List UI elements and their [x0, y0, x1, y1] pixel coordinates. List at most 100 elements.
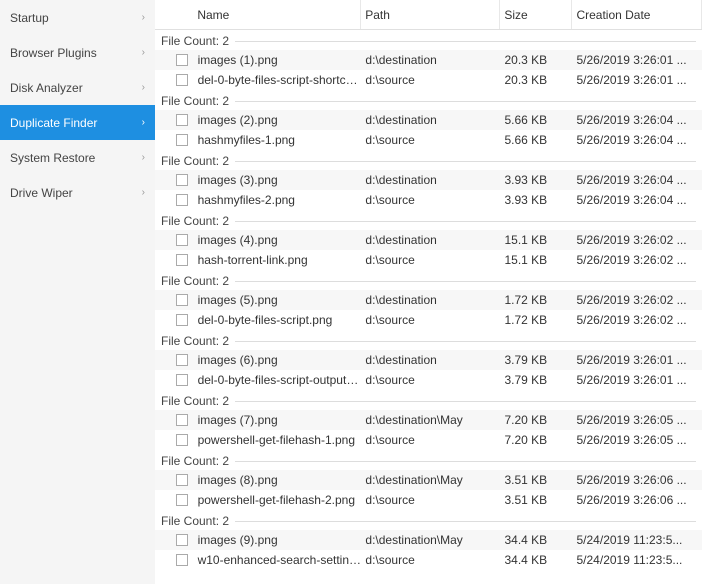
column-header-path[interactable]: Path — [361, 0, 500, 29]
cell-size: 5.66 KB — [500, 113, 572, 127]
cell-name: images (9).png — [194, 533, 362, 547]
group-divider — [235, 221, 696, 222]
group-header: File Count: 2 — [155, 330, 702, 350]
table-row[interactable]: images (3).pngd:\destination3.93 KB5/26/… — [155, 170, 702, 190]
cell-name: images (4).png — [194, 233, 362, 247]
table-row[interactable]: images (1).pngd:\destination20.3 KB5/26/… — [155, 50, 702, 70]
table-row[interactable]: images (6).pngd:\destination3.79 KB5/26/… — [155, 350, 702, 370]
cell-path: d:\destination\May — [361, 473, 500, 487]
table-row[interactable]: del-0-byte-files-script.pngd:\source1.72… — [155, 310, 702, 330]
group-header: File Count: 2 — [155, 210, 702, 230]
row-checkbox[interactable] — [176, 314, 188, 326]
cell-size: 20.3 KB — [500, 73, 572, 87]
table-row[interactable]: images (7).pngd:\destination\May7.20 KB5… — [155, 410, 702, 430]
cell-path: d:\source — [361, 553, 500, 567]
checkbox-cell — [155, 254, 194, 266]
cell-path: d:\destination — [361, 113, 500, 127]
table-row[interactable]: images (9).pngd:\destination\May34.4 KB5… — [155, 530, 702, 550]
row-checkbox[interactable] — [176, 374, 188, 386]
row-checkbox[interactable] — [176, 434, 188, 446]
table-row[interactable]: hash-torrent-link.pngd:\source15.1 KB5/2… — [155, 250, 702, 270]
cell-date: 5/26/2019 3:26:01 ... — [573, 353, 702, 367]
cell-path: d:\source — [361, 253, 500, 267]
table-row[interactable]: hashmyfiles-2.pngd:\source3.93 KB5/26/20… — [155, 190, 702, 210]
column-header-name[interactable]: Name — [193, 0, 361, 29]
sidebar-item-system-restore[interactable]: System Restore› — [0, 140, 155, 175]
row-checkbox[interactable] — [176, 194, 188, 206]
cell-date: 5/26/2019 3:26:02 ... — [573, 233, 702, 247]
row-checkbox[interactable] — [176, 254, 188, 266]
row-checkbox[interactable] — [176, 494, 188, 506]
table-row[interactable]: w10-enhanced-search-settings....d:\sourc… — [155, 550, 702, 570]
table-row[interactable]: images (5).pngd:\destination1.72 KB5/26/… — [155, 290, 702, 310]
sidebar-item-drive-wiper[interactable]: Drive Wiper› — [0, 175, 155, 210]
checkbox-cell — [155, 114, 194, 126]
cell-date: 5/26/2019 3:26:06 ... — [573, 493, 702, 507]
row-checkbox[interactable] — [176, 234, 188, 246]
group-divider — [235, 401, 696, 402]
table-row[interactable]: hashmyfiles-1.pngd:\source5.66 KB5/26/20… — [155, 130, 702, 150]
cell-date: 5/26/2019 3:26:04 ... — [573, 113, 702, 127]
group-header: File Count: 2 — [155, 90, 702, 110]
row-checkbox[interactable] — [176, 554, 188, 566]
group-divider — [235, 341, 696, 342]
cell-name: hashmyfiles-1.png — [194, 133, 362, 147]
cell-path: d:\source — [361, 193, 500, 207]
table-row[interactable]: powershell-get-filehash-1.pngd:\source7.… — [155, 430, 702, 450]
checkbox-cell — [155, 554, 194, 566]
row-checkbox[interactable] — [176, 294, 188, 306]
row-checkbox[interactable] — [176, 134, 188, 146]
sidebar-item-duplicate-finder[interactable]: Duplicate Finder› — [0, 105, 155, 140]
cell-size: 1.72 KB — [500, 293, 572, 307]
cell-size: 3.79 KB — [500, 353, 572, 367]
row-checkbox[interactable] — [176, 174, 188, 186]
cell-date: 5/26/2019 3:26:05 ... — [573, 433, 702, 447]
row-checkbox[interactable] — [176, 114, 188, 126]
table-row[interactable]: images (4).pngd:\destination15.1 KB5/26/… — [155, 230, 702, 250]
row-checkbox[interactable] — [176, 474, 188, 486]
cell-path: d:\source — [361, 373, 500, 387]
checkbox-cell — [155, 434, 194, 446]
table-row[interactable]: del-0-byte-files-script-output.pngd:\sou… — [155, 370, 702, 390]
sidebar-item-disk-analyzer[interactable]: Disk Analyzer› — [0, 70, 155, 105]
cell-date: 5/26/2019 3:26:04 ... — [573, 173, 702, 187]
cell-path: d:\destination — [361, 293, 500, 307]
table-row[interactable]: del-0-byte-files-script-shortcut....d:\s… — [155, 70, 702, 90]
table-row[interactable]: images (2).pngd:\destination5.66 KB5/26/… — [155, 110, 702, 130]
sidebar-item-startup[interactable]: Startup› — [0, 0, 155, 35]
group-header-label: File Count: 2 — [161, 154, 229, 168]
sidebar-item-label: Browser Plugins — [10, 46, 142, 60]
cell-name: del-0-byte-files-script.png — [194, 313, 362, 327]
group-header: File Count: 2 — [155, 30, 702, 50]
group-divider — [235, 281, 696, 282]
cell-name: del-0-byte-files-script-shortcut.... — [194, 73, 362, 87]
cell-date: 5/26/2019 3:26:05 ... — [573, 413, 702, 427]
table-row[interactable]: images (8).pngd:\destination\May3.51 KB5… — [155, 470, 702, 490]
checkbox-cell — [155, 414, 194, 426]
column-header-size[interactable]: Size — [500, 0, 572, 29]
cell-date: 5/24/2019 11:23:5... — [573, 553, 702, 567]
cell-path: d:\destination — [361, 173, 500, 187]
cell-date: 5/26/2019 3:26:04 ... — [573, 133, 702, 147]
cell-name: hash-torrent-link.png — [194, 253, 362, 267]
checkbox-cell — [155, 134, 194, 146]
row-checkbox[interactable] — [176, 54, 188, 66]
row-checkbox[interactable] — [176, 74, 188, 86]
checkbox-cell — [155, 534, 194, 546]
cell-path: d:\source — [361, 313, 500, 327]
sidebar-item-browser-plugins[interactable]: Browser Plugins› — [0, 35, 155, 70]
group-divider — [235, 101, 696, 102]
row-checkbox[interactable] — [176, 414, 188, 426]
sidebar-item-label: Drive Wiper — [10, 186, 142, 200]
column-header-date[interactable]: Creation Date — [572, 0, 702, 29]
group-divider — [235, 161, 696, 162]
cell-size: 3.93 KB — [500, 173, 572, 187]
group-header: File Count: 2 — [155, 450, 702, 470]
cell-path: d:\source — [361, 433, 500, 447]
table-row[interactable]: powershell-get-filehash-2.pngd:\source3.… — [155, 490, 702, 510]
row-checkbox[interactable] — [176, 354, 188, 366]
cell-name: images (8).png — [194, 473, 362, 487]
cell-name: images (5).png — [194, 293, 362, 307]
cell-name: powershell-get-filehash-1.png — [194, 433, 362, 447]
row-checkbox[interactable] — [176, 534, 188, 546]
